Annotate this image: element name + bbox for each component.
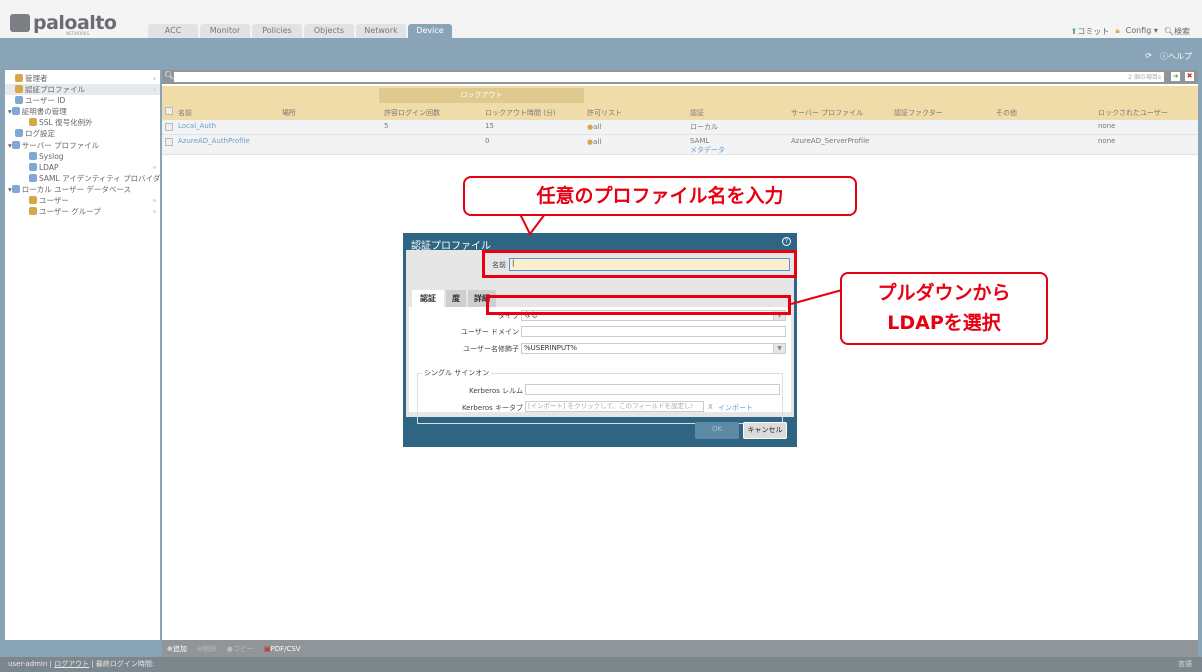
callout2-line2: LDAPを選択 (887, 312, 1001, 334)
callout2-line1: プルダウンから (877, 282, 1011, 304)
callout-type: プルダウンから LDAPを選択 (840, 272, 1048, 345)
callout1-tail (518, 213, 547, 236)
callout-name: 任意のプロファイル名を入力 (463, 176, 857, 216)
callout1-text: 任意のプロファイル名を入力 (536, 185, 784, 207)
callout2-line (790, 289, 843, 305)
